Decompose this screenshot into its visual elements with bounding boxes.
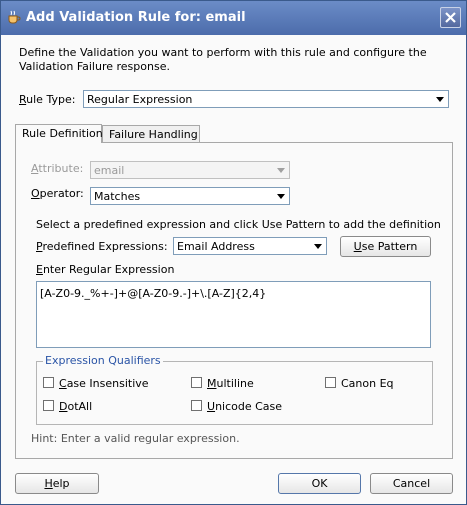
regex-value: [A-Z0-9._%+-]+@[A-Z0-9.-]+\.[A-Z]{2,4}	[40, 287, 267, 300]
window-title: Add Validation Rule for: email	[26, 10, 246, 25]
title-bar[interactable]: Add Validation Rule for: email	[1, 1, 466, 35]
canon-eq-label[interactable]: Canon Eq	[341, 377, 394, 390]
ok-button[interactable]: OK	[278, 473, 361, 494]
help-button[interactable]: Help	[15, 473, 99, 494]
tab-rule-definition-label: Rule Definition	[22, 127, 103, 140]
predefined-expressions-value: Email Address	[177, 240, 255, 253]
canon-eq-checkbox[interactable]	[325, 377, 336, 388]
operator-label: Operator:	[31, 187, 84, 200]
multiline-checkbox[interactable]	[191, 377, 202, 388]
tab-failure-handling[interactable]: Failure Handling	[102, 125, 200, 143]
predefined-expressions-select[interactable]: Email Address	[173, 237, 327, 255]
use-pattern-button[interactable]: Use Pattern	[340, 236, 431, 257]
dotall-checkbox[interactable]	[43, 400, 54, 411]
unicode-case-label[interactable]: Unicode Case	[207, 400, 282, 413]
attribute-value: email	[94, 164, 125, 177]
tab-rule-definition[interactable]: Rule Definition	[15, 124, 103, 143]
case-insensitive-label[interactable]: Case Insensitive	[59, 377, 149, 390]
validation-rule-dialog: Add Validation Rule for: email Define th…	[0, 0, 467, 505]
chevron-down-icon	[314, 244, 322, 249]
case-insensitive-checkbox[interactable]	[43, 377, 54, 388]
dialog-description: Define the Validation you want to perfor…	[19, 46, 427, 73]
attribute-select: email	[90, 161, 290, 179]
close-button[interactable]	[440, 7, 461, 28]
chevron-down-icon	[277, 168, 285, 173]
multiline-label[interactable]: Multiline	[207, 377, 254, 390]
instruction-text: Select a predefined expression and click…	[36, 218, 441, 231]
attribute-label: Attribute:	[31, 162, 84, 175]
regex-input[interactable]: [A-Z0-9._%+-]+@[A-Z0-9.-]+\.[A-Z]{2,4}	[36, 281, 431, 348]
chevron-down-icon	[436, 97, 444, 102]
operator-select[interactable]: Matches	[90, 187, 290, 205]
dotall-label[interactable]: DotAll	[59, 400, 92, 413]
close-icon	[445, 12, 456, 23]
expression-qualifiers-legend: Expression Qualifiers	[43, 354, 163, 367]
expression-qualifiers-group	[36, 361, 433, 425]
cancel-button[interactable]: Cancel	[370, 473, 453, 494]
tab-failure-handling-label: Failure Handling	[109, 128, 198, 141]
unicode-case-checkbox[interactable]	[191, 400, 202, 411]
rule-type-value: Regular Expression	[87, 93, 193, 106]
rule-type-label: Rule Type:	[19, 93, 76, 106]
predefined-label: Predefined Expressions:	[36, 240, 168, 253]
operator-value: Matches	[94, 190, 141, 203]
chevron-down-icon	[277, 194, 285, 199]
rule-type-select[interactable]: Regular Expression	[83, 90, 449, 108]
coffee-cup-icon	[8, 10, 21, 24]
regex-label: Enter Regular Expression	[36, 263, 175, 276]
hint-text: Hint: Enter a valid regular expression.	[31, 432, 240, 445]
